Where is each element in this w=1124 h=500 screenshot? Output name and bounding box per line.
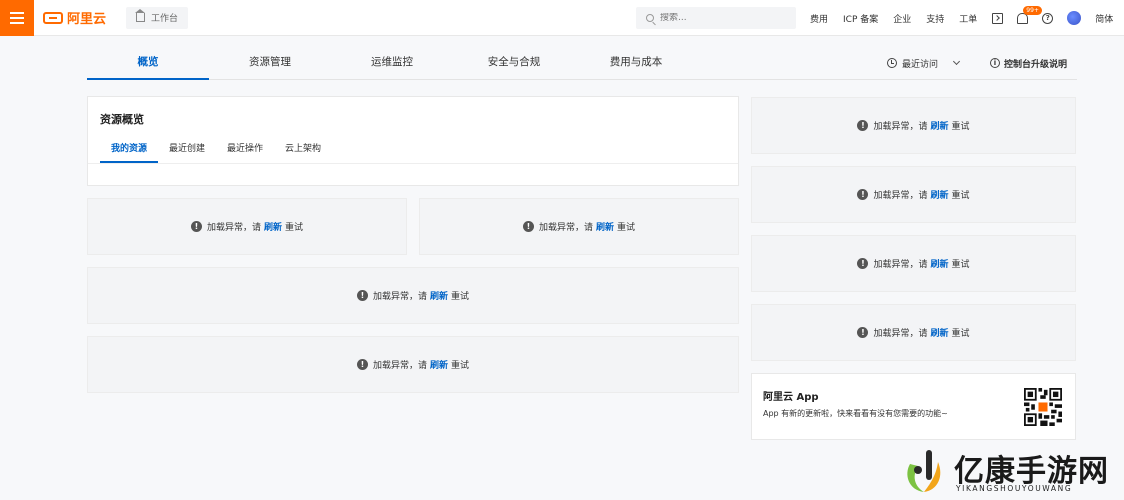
- nav-link-billing[interactable]: 费用: [810, 12, 828, 25]
- resource-overview-card: 资源概览 我的资源 最近创建 最近操作 云上架构: [87, 96, 739, 186]
- leaf-logo-icon: [907, 450, 941, 492]
- error-panel: ! 加载异常，请 刷新 重试: [751, 166, 1076, 223]
- home-icon: [135, 9, 146, 22]
- search-input[interactable]: [660, 13, 780, 23]
- nav-link-enterprise[interactable]: 企业: [893, 12, 911, 25]
- qr-code-icon: [1024, 388, 1062, 426]
- app-card-title: 阿里云 App: [763, 392, 819, 403]
- search-icon: [646, 14, 654, 22]
- error-text: 加载异常，请: [873, 260, 928, 270]
- refresh-link[interactable]: 刷新: [930, 326, 948, 339]
- error-text: 加载异常，请: [372, 292, 427, 302]
- error-panel: ! 加载异常，请 刷新 重试: [87, 267, 739, 324]
- search-box[interactable]: [636, 7, 796, 29]
- tab-security-compliance[interactable]: 安全与合规: [453, 46, 575, 80]
- aliyun-logo[interactable]: 阿里云: [43, 8, 106, 27]
- tab-ops-monitoring[interactable]: 运维监控: [331, 46, 453, 80]
- sub-tab-my-resources[interactable]: 我的资源: [100, 137, 159, 163]
- top-navigation-bar: 阿里云 工作台 费用 ICP 备案 企业 支持 工单 99+ ? 简体: [0, 0, 1124, 36]
- app-promo-card: 阿里云 App App 有新的更新啦，快来看看有没有您需要的功能~: [751, 373, 1076, 440]
- nav-link-ticket[interactable]: 工单: [959, 12, 977, 25]
- error-panel: ! 加载异常，请 刷新 重试: [419, 198, 739, 255]
- refresh-link[interactable]: 刷新: [930, 188, 948, 201]
- error-suffix: 重试: [951, 260, 970, 270]
- warning-icon: !: [356, 290, 368, 301]
- error-suffix: 重试: [951, 191, 970, 201]
- warning-icon: !: [190, 221, 202, 232]
- logo-mark-icon: [43, 11, 63, 24]
- upgrade-note-link[interactable]: i 控制台升级说明: [990, 46, 1067, 80]
- nav-link-icp[interactable]: ICP 备案: [843, 12, 878, 25]
- tab-resource-management[interactable]: 资源管理: [209, 46, 331, 80]
- bell-icon[interactable]: 99+: [1017, 5, 1042, 24]
- refresh-link[interactable]: 刷新: [930, 257, 948, 270]
- error-panel: ! 加载异常，请 刷新 重试: [751, 97, 1076, 154]
- notification-badge: 99+: [1023, 5, 1042, 15]
- error-text: 加载异常，请: [873, 329, 928, 339]
- refresh-link[interactable]: 刷新: [430, 289, 448, 302]
- help-icon[interactable]: ?: [1042, 12, 1054, 24]
- error-text: 加载异常，请: [372, 361, 427, 371]
- refresh-link[interactable]: 刷新: [930, 119, 948, 132]
- warning-icon: !: [857, 258, 869, 269]
- error-panel: ! 加载异常，请 刷新 重试: [87, 198, 407, 255]
- watermark: 亿康手游网 YIKANGSHOUYOUWANG: [902, 444, 1117, 496]
- info-icon: i: [990, 58, 1000, 68]
- recent-visits-label: 最近访问: [902, 59, 939, 70]
- avatar[interactable]: [1067, 11, 1082, 25]
- nav-link-support[interactable]: 支持: [926, 12, 944, 25]
- error-suffix: 重试: [285, 223, 304, 233]
- main-tabs: 概览 资源管理 运维监控 安全与合规 费用与成本 最近访问 i 控制台升级说明: [87, 46, 1077, 80]
- warning-icon: !: [522, 221, 534, 232]
- sub-tab-cloud-architecture[interactable]: 云上架构: [274, 137, 332, 163]
- watermark-subtitle: YIKANGSHOUYOUWANG: [956, 484, 1073, 493]
- refresh-link[interactable]: 刷新: [430, 358, 448, 371]
- tab-overview[interactable]: 概览: [87, 46, 209, 80]
- refresh-link[interactable]: 刷新: [264, 220, 282, 233]
- overview-title: 资源概览: [100, 113, 144, 126]
- error-text: 加载异常，请: [538, 223, 593, 233]
- clock-icon: [887, 58, 897, 68]
- error-suffix: 重试: [951, 329, 970, 339]
- error-text: 加载异常，请: [873, 191, 928, 201]
- chevron-down-icon: [952, 57, 961, 66]
- warning-icon: !: [857, 120, 869, 131]
- error-suffix: 重试: [451, 361, 470, 371]
- workbench-button[interactable]: 工作台: [126, 6, 189, 29]
- error-text: 加载异常，请: [873, 122, 928, 132]
- divider: [88, 163, 738, 164]
- recent-visits-dropdown[interactable]: 最近访问: [887, 46, 961, 80]
- brand-name: 阿里云: [67, 12, 107, 27]
- error-text: 加载异常，请: [206, 223, 261, 233]
- warning-icon: !: [356, 359, 368, 370]
- sub-tab-recent-created[interactable]: 最近创建: [158, 137, 216, 163]
- workbench-label: 工作台: [151, 14, 179, 24]
- upgrade-note-label: 控制台升级说明: [1004, 59, 1068, 70]
- app-card-description: App 有新的更新啦，快来看看有没有您需要的功能~: [763, 409, 948, 418]
- error-panel: ! 加载异常，请 刷新 重试: [87, 336, 739, 393]
- terminal-icon[interactable]: [992, 12, 1004, 24]
- overview-sub-tabs: 我的资源 最近创建 最近操作 云上架构: [100, 137, 332, 163]
- error-panel: ! 加载异常，请 刷新 重试: [751, 304, 1076, 361]
- menu-icon[interactable]: [0, 0, 34, 36]
- error-suffix: 重试: [451, 292, 470, 302]
- error-suffix: 重试: [617, 223, 636, 233]
- error-suffix: 重试: [951, 122, 970, 132]
- error-panel: ! 加载异常，请 刷新 重试: [751, 235, 1076, 292]
- sub-tab-recent-operations[interactable]: 最近操作: [216, 137, 274, 163]
- warning-icon: !: [857, 327, 869, 338]
- header-links: 费用 ICP 备案 企业 支持 工单 99+ ? 简体: [810, 0, 1113, 36]
- tab-cost[interactable]: 费用与成本: [575, 46, 697, 80]
- warning-icon: !: [857, 189, 869, 200]
- refresh-link[interactable]: 刷新: [596, 220, 614, 233]
- language-switch[interactable]: 简体: [1095, 12, 1113, 25]
